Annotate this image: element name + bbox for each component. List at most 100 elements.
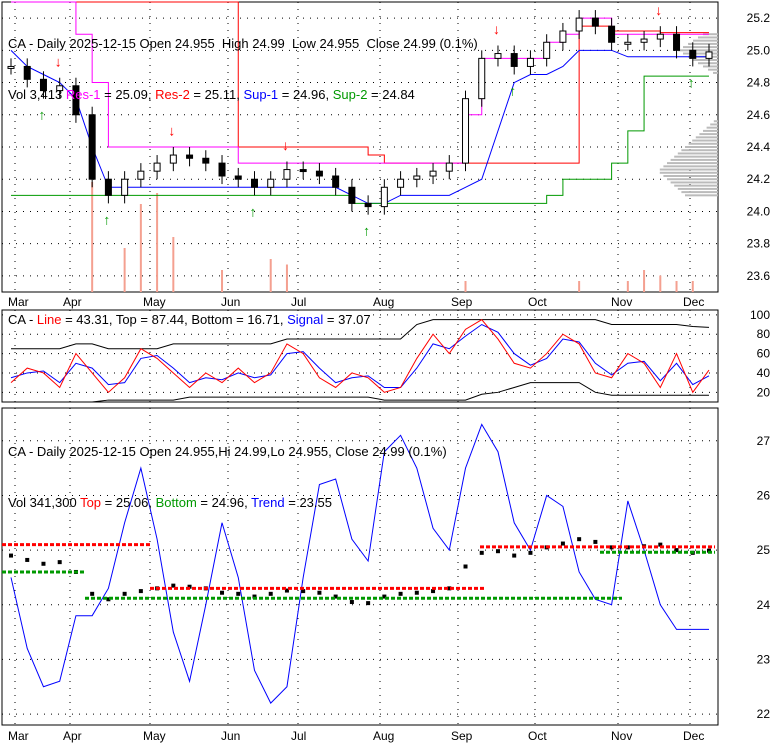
volume-profile-bar <box>699 133 718 136</box>
buy-arrow-icon: ↑ <box>363 223 370 239</box>
sup2-label: Sup-2 <box>332 87 368 102</box>
bottom-value: = 24.96, <box>196 495 252 510</box>
candle-body <box>267 178 275 188</box>
candle-body <box>348 186 356 204</box>
volume-bar <box>156 193 159 292</box>
close-marker <box>463 564 468 569</box>
volume-bar <box>139 204 142 292</box>
trend-y-tick: 25 <box>757 543 771 557</box>
candle-body <box>186 154 194 159</box>
candle-body <box>121 178 129 196</box>
signal-value: = 37.07 <box>323 312 371 327</box>
res1-label: Res-1 <box>65 87 101 102</box>
candle-body <box>543 41 551 59</box>
close-marker <box>577 537 582 542</box>
volume-profile-bar <box>710 123 718 126</box>
volume-profile-bar <box>688 142 718 145</box>
month-label: Nov <box>611 295 632 309</box>
candle-body <box>202 157 210 164</box>
month-label: Oct <box>528 729 547 743</box>
price-y-tick: 24.8 <box>747 76 771 90</box>
panel1-header: CA - Daily 2025-12-15 Open 24.955 High 2… <box>8 1 478 137</box>
volume-bar <box>91 182 94 292</box>
volume-profile-bar <box>674 184 718 187</box>
osc-y-tick: 40 <box>757 366 771 380</box>
candle-body <box>689 49 697 59</box>
month-label: Jul <box>291 729 306 743</box>
close-marker <box>122 591 127 596</box>
volume-profile-bar <box>695 136 718 139</box>
bottom-label: Bottom <box>155 495 197 510</box>
candle-body <box>494 53 502 59</box>
volume-profile-bar <box>685 194 718 197</box>
candle-body <box>429 170 437 177</box>
candle-body <box>526 57 534 67</box>
trend-y-tick: 27 <box>757 434 771 448</box>
volume-bar <box>626 281 629 292</box>
price-y-tick: 24.2 <box>747 172 771 186</box>
close-marker <box>528 550 533 555</box>
close-marker <box>25 557 30 562</box>
volume-profile-bar <box>692 139 718 142</box>
trend-y-tick: 22 <box>757 707 771 721</box>
volume-bar <box>285 264 288 292</box>
volume-profile-bar <box>663 165 718 168</box>
sup2-value: = 24.84 <box>367 87 415 102</box>
close-marker <box>268 591 273 596</box>
res1-value: = 25.09, <box>100 87 152 102</box>
volume-profile-bar <box>681 191 718 194</box>
volume-bar <box>675 281 678 292</box>
close-marker <box>398 591 403 596</box>
candle-body <box>656 33 664 40</box>
volume-profile-bar <box>685 146 718 148</box>
top-label: Top <box>80 495 102 510</box>
line-label: Line <box>36 312 62 327</box>
candle-body <box>364 202 372 208</box>
sell-arrow-icon: ↓ <box>493 21 500 37</box>
candle-body <box>624 41 632 45</box>
volume-bar <box>123 248 126 292</box>
price-y-tick: 23.6 <box>747 269 771 283</box>
res2-label: Res-2 <box>155 87 190 102</box>
trend-y-tick: 26 <box>757 488 771 502</box>
sell-arrow-icon: ↓ <box>655 2 662 18</box>
osc-y-tick: 20 <box>757 385 771 399</box>
volume-bar <box>464 281 467 292</box>
price-y-tick: 24.0 <box>747 204 771 218</box>
candle-body <box>104 178 112 196</box>
volume-profile-bar <box>677 152 718 155</box>
buy-arrow-icon: ↑ <box>103 211 110 227</box>
candle-body <box>591 17 599 27</box>
signal-label: Signal <box>287 312 324 327</box>
volume-profile-bar <box>703 65 718 68</box>
month-label: May <box>143 729 166 743</box>
price-y-tick: 25.2 <box>747 11 771 25</box>
volume-profile-bar <box>698 36 718 39</box>
trend-value: = 23.55 <box>284 495 332 510</box>
candle-body <box>315 170 323 177</box>
volume-bar <box>172 237 175 292</box>
line-values: = 43.31, Top = 87.44, Bottom = 16.71, <box>61 312 288 327</box>
close-marker <box>495 549 500 554</box>
osc-y-tick: 100 <box>750 308 770 322</box>
stoch-line <box>10 319 710 394</box>
osc-y-tick: 80 <box>757 327 771 341</box>
volume-profile-bar <box>693 59 718 61</box>
volume-profile-bar <box>663 175 718 177</box>
volume-profile-bar <box>703 129 718 132</box>
month-label: Dec <box>683 729 704 743</box>
candle-body <box>413 175 421 180</box>
candle-body <box>397 178 405 188</box>
volume-profile-bar <box>667 178 718 181</box>
sell-arrow-icon: ↓ <box>574 0 581 2</box>
price-y-tick: 25.0 <box>747 43 771 57</box>
month-label: Apr <box>63 729 82 743</box>
close-marker <box>479 550 484 555</box>
candle-body <box>299 169 307 173</box>
close-marker <box>90 591 95 596</box>
volume-bar <box>269 259 272 292</box>
volume-bar <box>691 281 694 292</box>
panel2-prefix: CA - <box>8 312 37 327</box>
close-marker <box>317 590 322 595</box>
candle-body <box>510 53 518 67</box>
